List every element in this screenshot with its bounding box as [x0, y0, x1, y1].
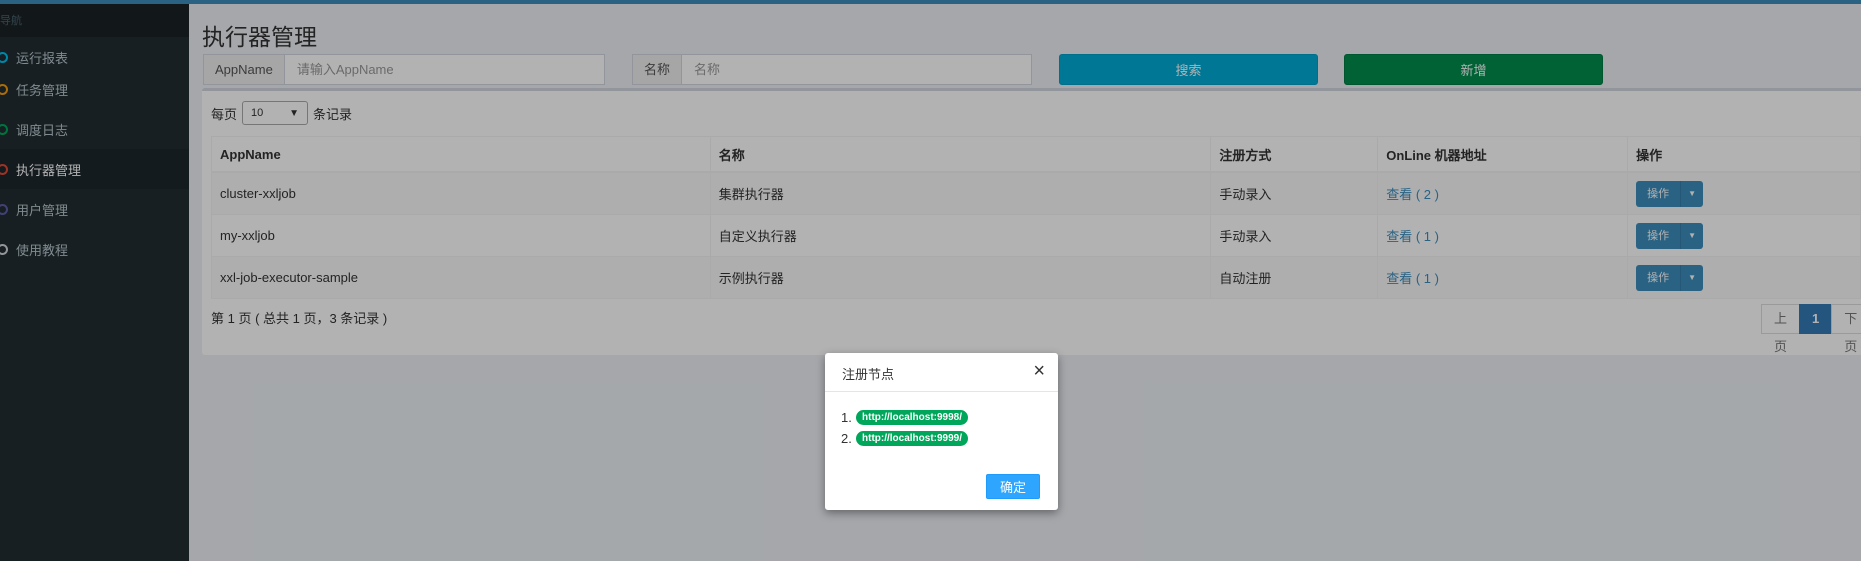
dialog-title: 注册节点	[842, 367, 895, 382]
list-item: 2. http://localhost:9999/	[841, 428, 1058, 449]
node-number: 2.	[841, 431, 852, 446]
node-address-badge: http://localhost:9998/	[856, 410, 969, 425]
register-nodes-dialog: 注册节点 × 1. http://localhost:9998/ 2. http…	[825, 353, 1058, 510]
node-number: 1.	[841, 410, 852, 425]
close-icon[interactable]: ×	[1033, 361, 1045, 381]
node-address-badge: http://localhost:9999/	[856, 431, 969, 446]
confirm-button[interactable]: 确定	[986, 474, 1040, 499]
dialog-header: 注册节点 ×	[825, 353, 1058, 392]
dialog-body: 1. http://localhost:9998/ 2. http://loca…	[825, 392, 1058, 449]
list-item: 1. http://localhost:9998/	[841, 407, 1058, 428]
